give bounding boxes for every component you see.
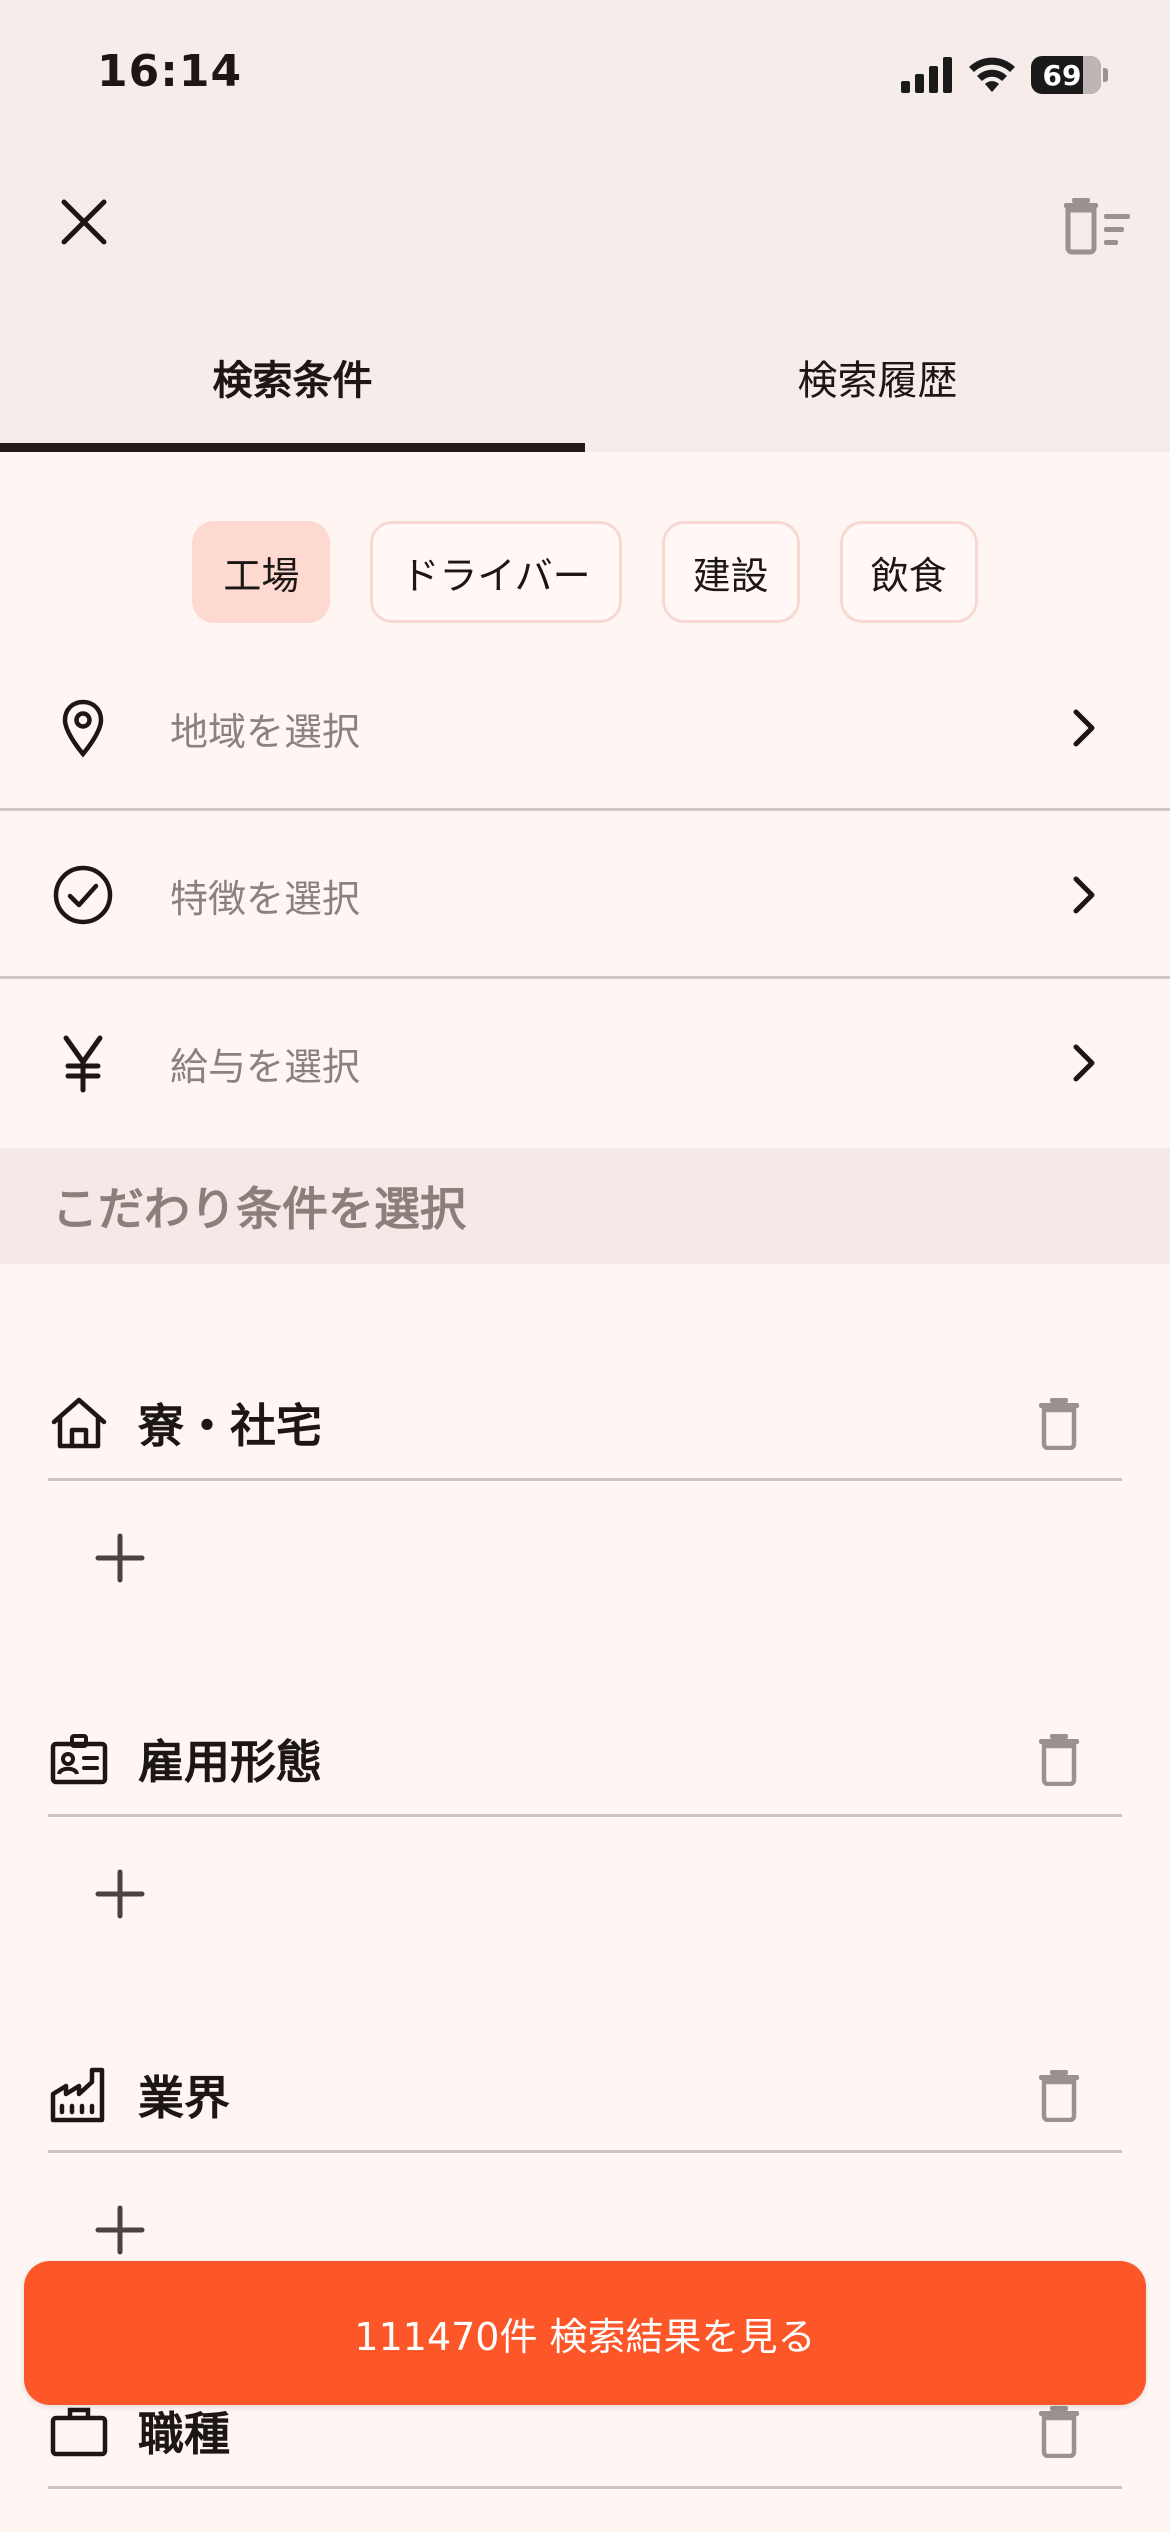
condition-header: 寮・社宅: [48, 1368, 1122, 1478]
select-features-label: 特徴を選択: [170, 876, 361, 921]
battery-indicator: 69: [1031, 56, 1101, 94]
select-salary-row[interactable]: 給与を選択: [0, 979, 1170, 1147]
trash-icon[interactable]: [1036, 2404, 1082, 2458]
location-pin-icon: [62, 699, 104, 758]
clear-conditions-button[interactable]: [1062, 192, 1132, 256]
chip-food[interactable]: 飲食: [839, 521, 978, 623]
factory-icon: [50, 2067, 105, 2123]
house-icon: [51, 1397, 107, 1449]
add-condition-button[interactable]: [92, 2202, 148, 2258]
close-button[interactable]: [54, 192, 114, 252]
view-results-label: 111470件 検索結果を見る: [354, 2314, 816, 2359]
chevron-right-icon: [1073, 876, 1095, 914]
condition-title: 職種: [138, 2407, 230, 2461]
condition-title: 雇用形態: [138, 1735, 322, 1789]
status-icons: 69: [901, 50, 1108, 100]
condition-divider: [48, 2486, 1122, 2489]
select-region-row[interactable]: 地域を選択: [0, 644, 1170, 812]
active-tab-indicator: [0, 443, 585, 452]
condition-header: 雇用形態: [48, 1704, 1122, 1814]
condition-divider: [48, 2150, 1122, 2153]
status-time: 16:14: [97, 46, 243, 97]
trash-filter-icon: [1064, 198, 1130, 255]
yen-icon: [63, 1035, 103, 1093]
chevron-right-icon: [1073, 709, 1095, 747]
view-results-button[interactable]: 111470件 検索結果を見る: [24, 2261, 1146, 2405]
tab-search-history[interactable]: 検索履歴: [585, 330, 1170, 452]
tab-label: 検索条件: [212, 358, 373, 404]
battery-level: 69: [1042, 58, 1082, 92]
briefcase-icon: [50, 2407, 108, 2457]
condition-header: 業界: [48, 2040, 1122, 2150]
chevron-right-icon: [1073, 1044, 1095, 1082]
chip-factory[interactable]: 工場: [192, 521, 331, 623]
condition-divider: [48, 1478, 1122, 1481]
quick-filter-chips: 工場 ドライバー 建設 飲食: [0, 521, 1170, 623]
tab-search-conditions[interactable]: 検索条件: [0, 330, 585, 452]
select-salary-label: 給与を選択: [170, 1044, 361, 1089]
wifi-icon: [969, 57, 1015, 92]
condition-divider: [48, 1814, 1122, 1817]
tab-label: 検索履歴: [797, 358, 958, 404]
signal-icon: [901, 57, 952, 93]
chip-construction[interactable]: 建設: [661, 521, 800, 623]
tab-bar: 検索条件 検索履歴: [0, 330, 1170, 452]
select-region-label: 地域を選択: [170, 709, 361, 754]
add-condition-button[interactable]: [92, 1866, 148, 1922]
section-title: こだわり条件を選択: [0, 1148, 1170, 1264]
trash-icon[interactable]: [1036, 2068, 1082, 2122]
trash-icon[interactable]: [1036, 1732, 1082, 1786]
trash-icon[interactable]: [1036, 1396, 1082, 1450]
select-features-row[interactable]: 特徴を選択: [0, 811, 1170, 979]
id-card-icon: [50, 1734, 108, 1785]
condition-title: 寮・社宅: [138, 1399, 322, 1453]
close-icon: [61, 199, 107, 245]
header-area: 16:14 69 検索条件 検索履歴: [0, 0, 1170, 452]
condition-title: 業界: [138, 2071, 230, 2125]
add-condition-button[interactable]: [92, 1530, 148, 1586]
chip-driver[interactable]: ドライバー: [370, 521, 622, 623]
check-circle-icon: [53, 865, 113, 925]
